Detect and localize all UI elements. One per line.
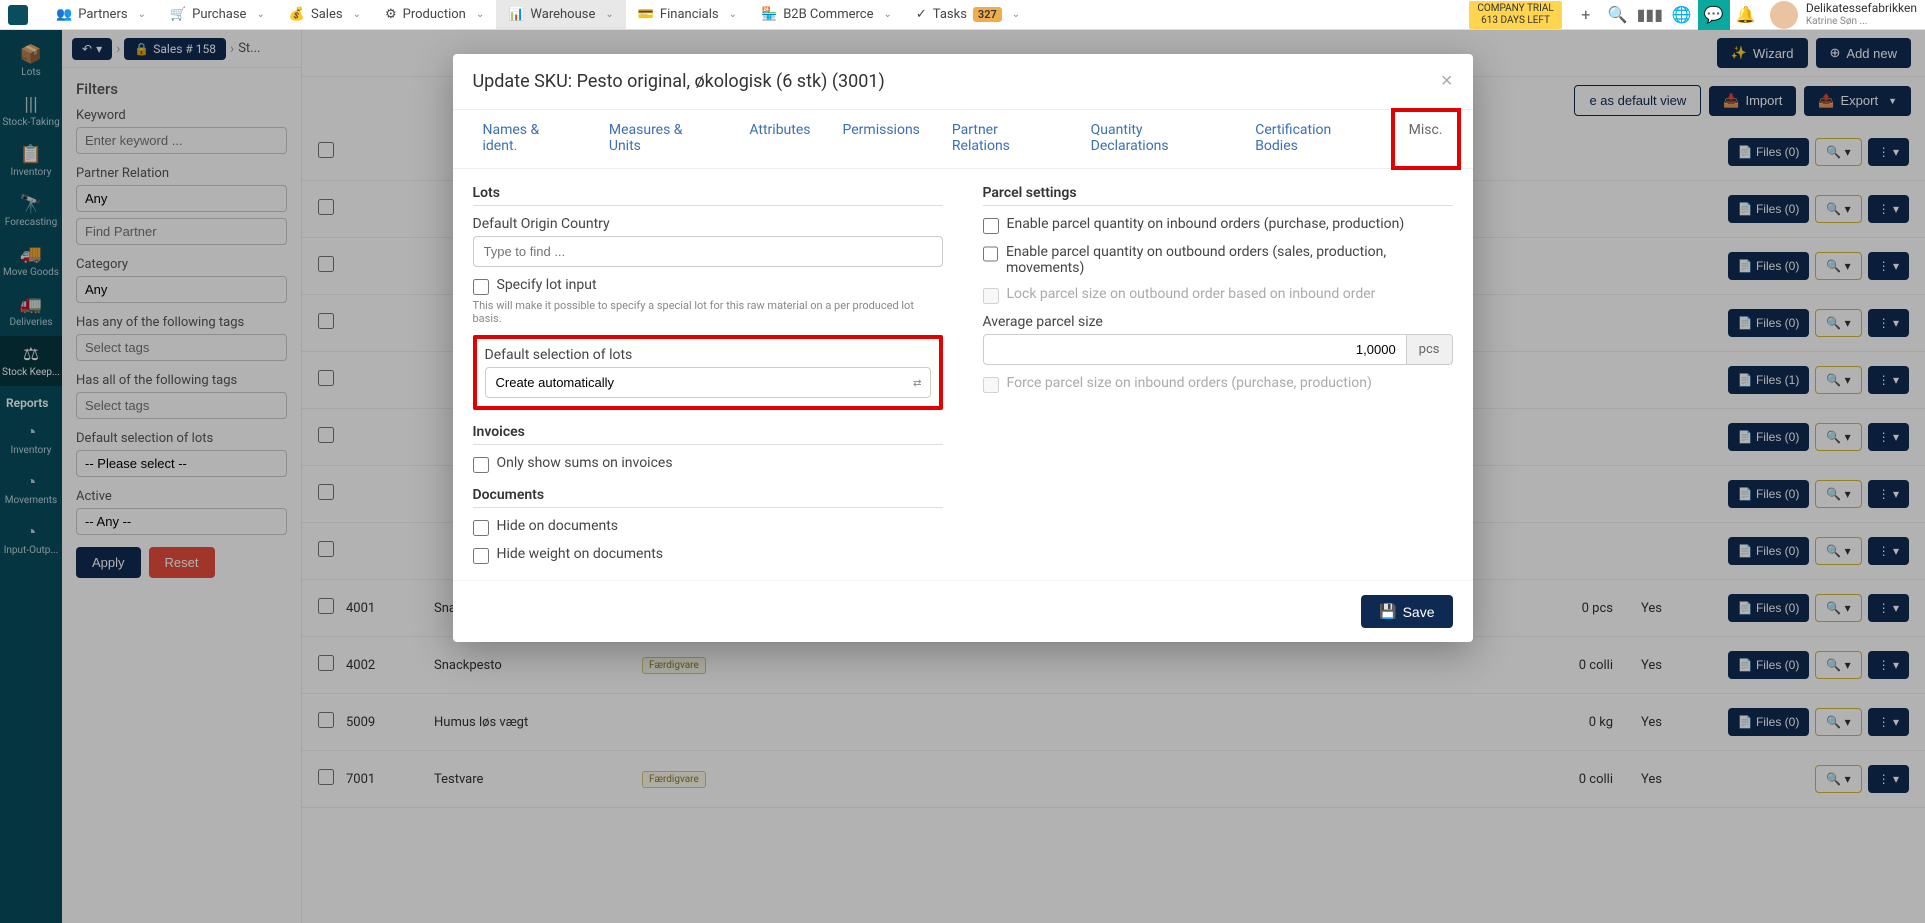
user-menu[interactable]: Delikatessefabrikken Katrine Søn ...: [1762, 1, 1917, 29]
avg-parcel-unit: pcs: [1407, 334, 1453, 365]
hide-docs-label: Hide on documents: [497, 518, 619, 534]
modal-overlay: Update SKU: Pesto original, økologisk (6…: [0, 30, 1925, 923]
tab-misc-[interactable]: Misc.: [1393, 110, 1459, 168]
company-name: Delikatessefabrikken: [1806, 1, 1917, 15]
default-selection-label: Default selection of lots: [485, 347, 931, 363]
hide-weight-checkbox[interactable]: [473, 548, 489, 564]
origin-country-input[interactable]: [473, 236, 943, 267]
menu-production[interactable]: ⚙Production⌄: [373, 0, 496, 29]
enable-inbound-label: Enable parcel quantity on inbound orders…: [1007, 216, 1405, 232]
modal-title: Update SKU: Pesto original, økologisk (6…: [473, 71, 885, 92]
specify-lot-checkbox[interactable]: [473, 279, 489, 295]
hide-docs-checkbox[interactable]: [473, 520, 489, 536]
tab-measures-units[interactable]: Measures & Units: [593, 110, 734, 168]
user-name: Katrine Søn ...: [1806, 16, 1917, 28]
menu-tasks[interactable]: ✓Tasks327⌄: [904, 0, 1032, 29]
only-sums-checkbox[interactable]: [473, 457, 489, 473]
default-selection-select[interactable]: Create automatically: [485, 367, 931, 398]
globe-icon[interactable]: 🌐: [1666, 0, 1698, 30]
tab-partner-relations[interactable]: Partner Relations: [936, 110, 1075, 168]
documents-section-title: Documents: [473, 487, 943, 508]
force-parcel-checkbox: [983, 377, 999, 393]
parcel-section-title: Parcel settings: [983, 185, 1453, 206]
lock-parcel-label: Lock parcel size on outbound order based…: [1007, 286, 1376, 302]
avg-parcel-input[interactable]: [983, 334, 1407, 365]
only-sums-label: Only show sums on invoices: [497, 455, 673, 471]
enable-outbound-checkbox[interactable]: [983, 246, 998, 262]
lock-parcel-checkbox: [983, 288, 999, 304]
origin-country-label: Default Origin Country: [473, 216, 943, 232]
tab-quantity-declarations[interactable]: Quantity Declarations: [1075, 110, 1240, 168]
search-icon[interactable]: 🔍: [1602, 0, 1634, 30]
specify-lot-label: Specify lot input: [497, 277, 597, 293]
menu-b2b-commerce[interactable]: 🏪B2B Commerce⌄: [749, 0, 904, 29]
specify-lot-help: This will make it possible to specify a …: [473, 299, 943, 325]
topbar: 👥Partners⌄🛒Purchase⌄💰Sales⌄⚙Production⌄📊…: [0, 0, 1925, 30]
lots-section-title: Lots: [473, 185, 943, 206]
plus-icon[interactable]: +: [1570, 0, 1602, 30]
logo: [8, 5, 28, 25]
menu-purchase[interactable]: 🛒Purchase⌄: [158, 0, 277, 29]
tab-permissions[interactable]: Permissions: [827, 110, 936, 168]
tab-attributes[interactable]: Attributes: [733, 110, 826, 168]
hide-weight-label: Hide weight on documents: [497, 546, 664, 562]
bell-icon[interactable]: 🔔: [1730, 0, 1762, 30]
modal-tabs: Names & ident.Measures & UnitsAttributes…: [453, 110, 1473, 169]
tab-names-ident-[interactable]: Names & ident.: [467, 110, 593, 168]
menu-financials[interactable]: 💳Financials⌄: [626, 0, 749, 29]
invoices-section-title: Invoices: [473, 424, 943, 445]
enable-outbound-label: Enable parcel quantity on outbound order…: [1006, 244, 1453, 276]
default-selection-highlight: Default selection of lots Create automat…: [473, 335, 943, 410]
menu-warehouse[interactable]: 📊Warehouse⌄: [496, 0, 626, 29]
tab-certification-bodies[interactable]: Certification Bodies: [1239, 110, 1392, 168]
barcode-icon[interactable]: ▮▮▮: [1634, 0, 1666, 30]
trial-badge: COMPANY TRIAL 613 DAYS LEFT: [1469, 1, 1561, 29]
chat-icon[interactable]: 💬: [1698, 0, 1730, 30]
avatar: [1770, 1, 1798, 29]
force-parcel-label: Force parcel size on inbound orders (pur…: [1007, 375, 1372, 391]
close-icon[interactable]: ×: [1441, 70, 1453, 93]
save-button[interactable]: 💾 Save: [1361, 595, 1452, 628]
avg-parcel-label: Average parcel size: [983, 314, 1453, 330]
update-sku-modal: Update SKU: Pesto original, økologisk (6…: [453, 54, 1473, 642]
menu-sales[interactable]: 💰Sales⌄: [277, 0, 373, 29]
enable-inbound-checkbox[interactable]: [983, 218, 999, 234]
menu-partners[interactable]: 👥Partners⌄: [44, 0, 158, 29]
